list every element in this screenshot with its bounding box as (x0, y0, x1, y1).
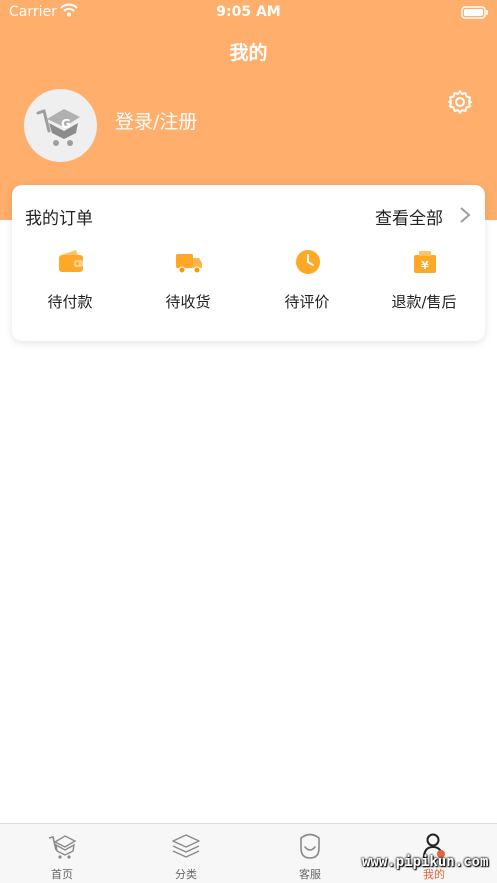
tab-label: 首页 (51, 868, 73, 881)
settings-button[interactable] (446, 88, 474, 116)
home-logo-icon (48, 835, 77, 859)
clock-icon (296, 250, 320, 274)
svg-text:G: G (61, 117, 71, 131)
battery-icon (461, 6, 489, 23)
order-pending-review[interactable]: 待评价 (257, 247, 357, 317)
tab-label: 分类 (175, 868, 197, 881)
tab-home[interactable]: 首页 (0, 824, 124, 883)
yen-bag-icon: ¥ (414, 251, 436, 273)
avatar[interactable]: G (24, 89, 97, 162)
gear-icon (448, 90, 472, 114)
order-pending-receipt[interactable]: 待收货 (138, 247, 238, 317)
my-orders-card: 我的订单 查看全部 待付款 待收货 待评价 ¥ 退款/售后 (12, 185, 485, 341)
service-icon (300, 833, 320, 859)
svg-text:¥: ¥ (421, 259, 429, 272)
order-item-label: 待评价 (284, 293, 330, 311)
watermark: www.pipikun.com (362, 854, 489, 870)
layers-icon (172, 834, 200, 858)
order-pending-payment[interactable]: 待付款 (20, 247, 120, 317)
tab-bar: 首页 分类 客服 我的 (0, 823, 497, 883)
view-all-label: 查看全部 (375, 209, 443, 229)
logo-cart-icon: G (36, 109, 80, 146)
order-item-label: 待收货 (165, 293, 211, 311)
page-title: 我的 (229, 42, 268, 64)
order-item-label: 退款/售后 (391, 293, 457, 311)
order-refund-aftersale[interactable]: ¥ 退款/售后 (374, 247, 474, 317)
login-register-link[interactable]: 登录/注册 (115, 107, 197, 134)
chevron-right-icon (460, 207, 471, 223)
truck-icon (176, 254, 202, 274)
tab-customer-service[interactable]: 客服 (248, 824, 372, 883)
status-time: 9:05 AM (216, 4, 281, 20)
tab-category[interactable]: 分类 (124, 824, 248, 883)
order-item-label: 待付款 (47, 293, 93, 311)
wallet-icon (59, 250, 83, 272)
tab-label: 客服 (299, 868, 321, 881)
orders-title: 我的订单 (25, 209, 93, 229)
status-bar: Carrier 9:05 AM (0, 0, 497, 26)
